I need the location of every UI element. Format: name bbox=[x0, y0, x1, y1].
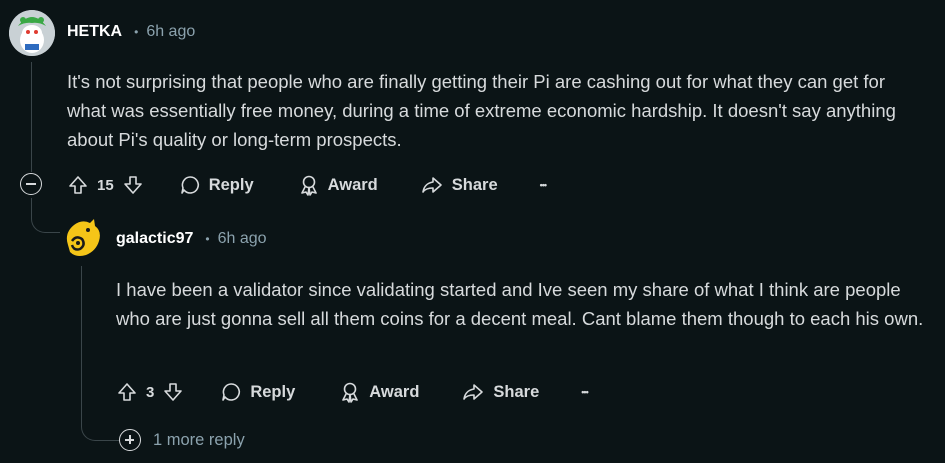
award-icon bbox=[300, 175, 317, 196]
more-options-button[interactable]: ••• bbox=[581, 387, 589, 397]
plus-circle-icon bbox=[119, 429, 141, 451]
share-button[interactable]: Share bbox=[461, 381, 539, 403]
author-name[interactable]: HETKA bbox=[67, 23, 122, 41]
action-bar: 3 Reply Award Share ••• bbox=[116, 380, 589, 404]
share-icon bbox=[463, 384, 484, 400]
vote-group: 3 bbox=[116, 381, 184, 403]
more-replies-button[interactable]: 1 more reply bbox=[119, 429, 245, 451]
snoo-avatar-icon bbox=[9, 10, 55, 56]
more-options-icon: ••• bbox=[581, 387, 589, 397]
comment-bubble-icon bbox=[180, 176, 199, 194]
share-button[interactable]: Share bbox=[420, 174, 498, 196]
downvote-icon[interactable] bbox=[122, 174, 144, 196]
thread-connector-reply bbox=[31, 198, 60, 233]
minus-icon bbox=[26, 183, 36, 185]
award-button[interactable]: Award bbox=[298, 174, 378, 196]
reply-label: Reply bbox=[250, 382, 296, 401]
thread-line-reply bbox=[81, 266, 82, 416]
avatar-galactic97[interactable] bbox=[58, 215, 104, 261]
action-bar: 15 Reply Award Share ••• bbox=[67, 173, 548, 197]
award-button[interactable]: Award bbox=[339, 381, 419, 403]
snoo-avatar-icon bbox=[66, 219, 100, 256]
award-label: Award bbox=[369, 382, 420, 401]
share-icon bbox=[421, 177, 442, 193]
separator-dot: • bbox=[205, 232, 210, 246]
timestamp[interactable]: 6h ago bbox=[218, 230, 267, 248]
award-label: Award bbox=[327, 175, 378, 194]
reply-button[interactable]: Reply bbox=[179, 174, 254, 196]
upvote-icon[interactable] bbox=[116, 381, 138, 403]
avatar-hetka[interactable] bbox=[9, 10, 55, 56]
thread-connector-more bbox=[81, 410, 120, 441]
comment-header: HETKA • 6h ago bbox=[67, 23, 195, 41]
comment-body: I have been a validator since validating… bbox=[116, 279, 924, 329]
comment-header: galactic97 • 6h ago bbox=[116, 230, 267, 248]
upvote-icon[interactable] bbox=[67, 174, 89, 196]
share-label: Share bbox=[451, 175, 498, 194]
reply-label: Reply bbox=[208, 175, 254, 194]
share-label: Share bbox=[493, 382, 540, 401]
more-options-button[interactable]: ••• bbox=[539, 180, 548, 190]
comment-bubble-icon bbox=[222, 383, 241, 401]
award-icon bbox=[342, 382, 359, 403]
collapse-button[interactable] bbox=[20, 173, 42, 195]
separator-dot: • bbox=[134, 25, 139, 39]
more-options-icon: ••• bbox=[539, 180, 548, 190]
comment-body: It's not surprising that people who are … bbox=[67, 71, 896, 150]
author-name[interactable]: galactic97 bbox=[116, 230, 193, 248]
timestamp[interactable]: 6h ago bbox=[146, 23, 195, 41]
more-replies-label: 1 more reply bbox=[153, 430, 245, 449]
thread-line-root bbox=[31, 62, 32, 172]
vote-count: 15 bbox=[97, 176, 114, 194]
downvote-icon[interactable] bbox=[162, 381, 184, 403]
vote-group: 15 bbox=[67, 174, 144, 196]
reply-button[interactable]: Reply bbox=[220, 381, 295, 403]
vote-count: 3 bbox=[146, 383, 155, 401]
